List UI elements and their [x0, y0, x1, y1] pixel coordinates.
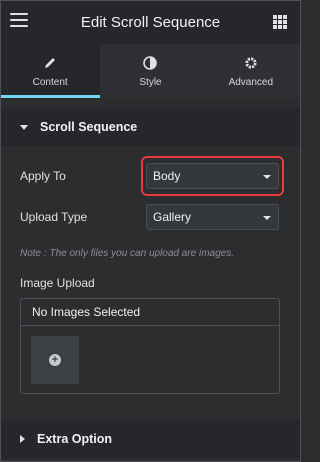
upload-note: Note : The only files you can upload are…: [20, 248, 235, 259]
tab-content-label: Content: [32, 76, 68, 88]
panel-title: Edit Scroll Sequence: [80, 13, 221, 31]
image-upload-box: No Images Selected +: [20, 298, 280, 394]
panel-tabs: Content Style Advanced: [0, 44, 301, 98]
extra-option-title: Extra Option: [37, 432, 113, 446]
image-upload-status: No Images Selected: [21, 299, 279, 326]
plus-circle-icon: +: [49, 354, 61, 366]
tab-advanced[interactable]: Advanced: [201, 44, 301, 98]
apps-grid-icon[interactable]: [273, 15, 287, 29]
image-upload-label: Image Upload: [20, 276, 95, 290]
tab-advanced-label: Advanced: [228, 76, 274, 88]
gear-icon: [244, 55, 258, 71]
section-title: Scroll Sequence: [40, 120, 138, 134]
chevron-down-icon: [263, 216, 271, 220]
add-image-button[interactable]: +: [31, 336, 79, 384]
panel-header: Edit Scroll Sequence: [0, 0, 301, 44]
tab-style[interactable]: Style: [100, 44, 200, 98]
apply-to-label: Apply To: [20, 169, 66, 183]
hamburger-icon[interactable]: [10, 13, 28, 29]
upload-type-value: Gallery: [153, 210, 192, 224]
tab-style-label: Style: [139, 76, 162, 88]
highlight-outline: [141, 156, 284, 196]
caret-down-icon: [20, 124, 28, 130]
caret-right-icon: [20, 435, 25, 443]
tab-content[interactable]: Content: [0, 44, 101, 98]
half-circle-icon: [143, 55, 158, 71]
pencil-icon: [43, 55, 57, 71]
upload-type-label: Upload Type: [20, 210, 88, 224]
section-extra-option[interactable]: Extra Option: [0, 420, 301, 458]
upload-type-select[interactable]: Gallery: [146, 204, 279, 230]
section-scroll-sequence[interactable]: Scroll Sequence: [0, 108, 301, 146]
